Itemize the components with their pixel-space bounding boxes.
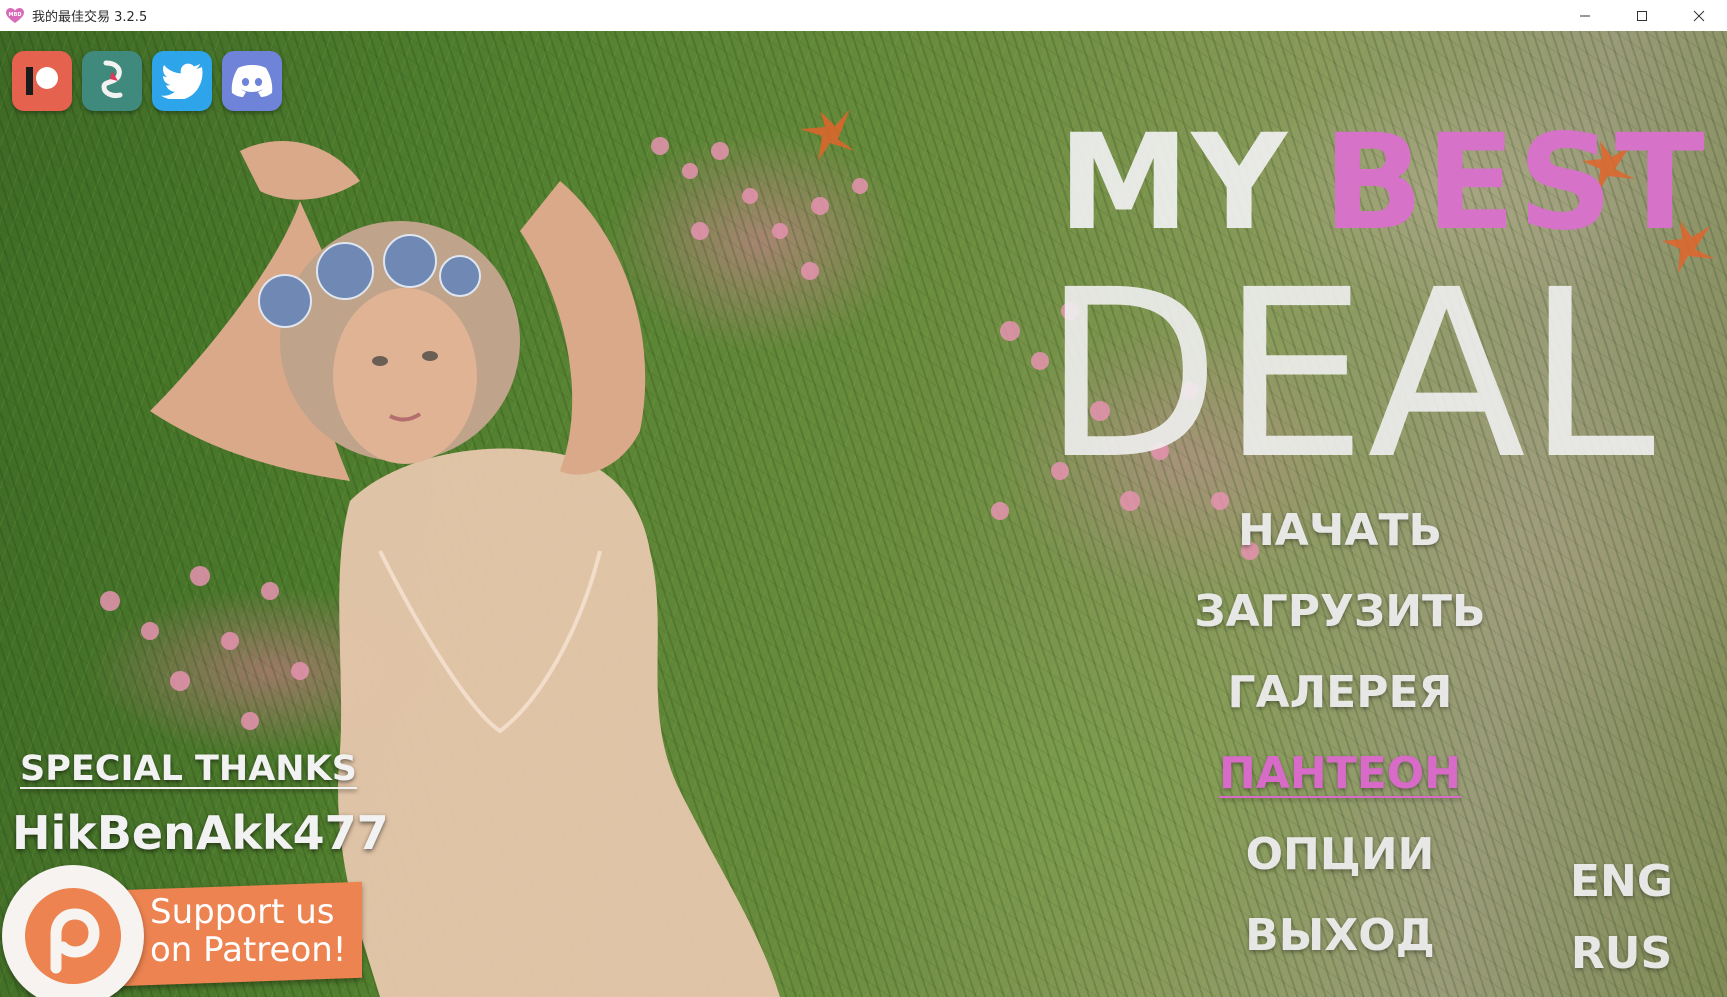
app-heart-icon: MBD (6, 7, 24, 25)
patreon-support-banner[interactable]: Support us on Patreon! (0, 857, 370, 997)
close-icon (1693, 10, 1704, 21)
logo-word-deal: DEAL (1042, 240, 1656, 510)
discord-link[interactable] (222, 51, 282, 111)
language-selector: ENG RUS (1570, 846, 1673, 990)
main-menu: НАЧАТЬ ЗАГРУЗИТЬ ГАЛЕРЕЯ ПАНТЕОН ОПЦИИ В… (1150, 491, 1530, 977)
patreon-logo-icon (2, 865, 144, 997)
patreon-icon (26, 67, 58, 95)
patreon-line-2: on Patreon! (150, 930, 347, 970)
special-thanks-name: HikBenAkk477 (12, 806, 389, 860)
menu-exit[interactable]: ВЫХОД (1245, 896, 1435, 977)
menu-options[interactable]: ОПЦИИ (1246, 815, 1435, 896)
game-window: MBD 我的最佳交易 3.2.5 MY BEST DEAL НАЧАТЬ ЗАГ… (0, 0, 1727, 997)
main-menu-screen: MY BEST DEAL НАЧАТЬ ЗАГРУЗИТЬ ГАЛЕРЕЯ ПАН… (0, 31, 1727, 997)
game-logo-top: MY BEST (1058, 117, 1707, 249)
discord-icon (231, 65, 273, 97)
menu-pantheon[interactable]: ПАНТЕОН (1219, 734, 1461, 815)
language-rus[interactable]: RUS (1571, 918, 1672, 990)
svg-text:MBD: MBD (9, 12, 22, 18)
twitter-bird-icon (161, 63, 203, 99)
subscribestar-link[interactable] (82, 51, 142, 111)
menu-start[interactable]: НАЧАТЬ (1238, 491, 1442, 572)
maximize-icon (1636, 10, 1647, 21)
patreon-link[interactable] (12, 51, 72, 111)
twitter-link[interactable] (152, 51, 212, 111)
menu-gallery[interactable]: ГАЛЕРЕЯ (1228, 653, 1453, 734)
minimize-button[interactable] (1556, 0, 1613, 31)
logo-word-my: MY (1058, 106, 1289, 260)
minimize-icon (1579, 15, 1590, 16)
title-bar: MBD 我的最佳交易 3.2.5 (0, 0, 1727, 32)
window-title: 我的最佳交易 3.2.5 (32, 10, 148, 25)
patreon-banner-text: Support us on Patreon! (150, 893, 346, 969)
window-controls (1556, 0, 1727, 31)
subscribestar-icon (101, 60, 123, 98)
patreon-line-1: Support us (150, 892, 335, 932)
social-links (12, 51, 282, 111)
maximize-button[interactable] (1613, 0, 1670, 31)
logo-word-best: BEST (1322, 106, 1707, 260)
language-eng[interactable]: ENG (1570, 846, 1673, 918)
close-button[interactable] (1670, 0, 1727, 31)
special-thanks-title: SPECIAL THANKS (20, 749, 357, 789)
menu-load[interactable]: ЗАГРУЗИТЬ (1194, 572, 1485, 653)
